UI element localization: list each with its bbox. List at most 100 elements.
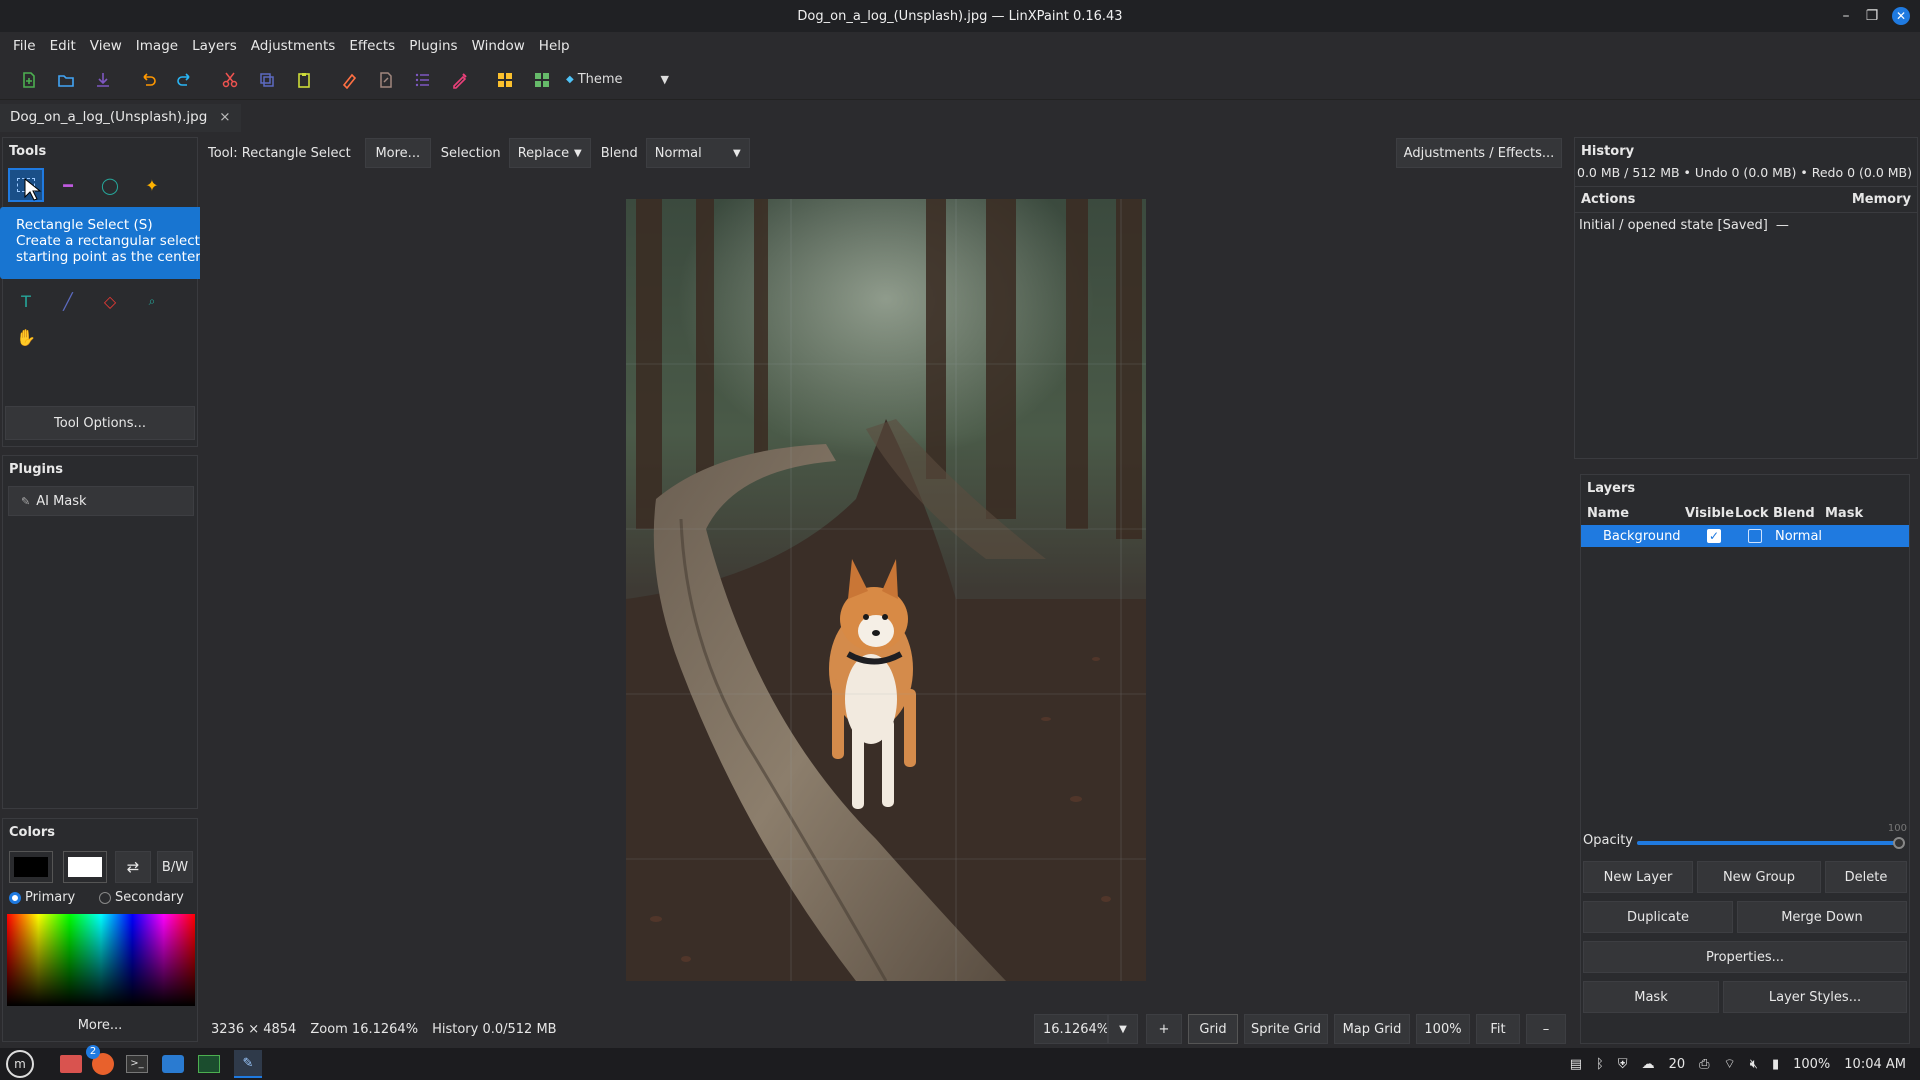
start-menu-icon[interactable]: m [6,1050,34,1078]
tool-options-button[interactable]: Tool Options... [5,406,195,440]
restore-icon[interactable]: ❐ [1862,6,1882,26]
lasso-select-icon[interactable]: ━ [50,168,86,202]
menu-file[interactable]: File [6,38,43,54]
layer-row[interactable]: Background ✓ Normal [1581,525,1909,547]
new-group-button[interactable]: New Group [1697,861,1821,893]
chevron-down-icon[interactable]: ▼ [661,73,669,86]
layer-lock-checkbox[interactable] [1735,529,1775,543]
sprite-grid-button[interactable]: Sprite Grid [1244,1014,1328,1044]
new-layer-button[interactable]: New Layer [1583,861,1693,893]
text-icon[interactable]: T [8,284,44,318]
close-icon[interactable]: ✕ [1892,7,1910,25]
ellipse-select-icon[interactable]: ◯ [92,168,128,202]
file-manager-icon[interactable] [60,1055,82,1073]
merge-down-button[interactable]: Merge Down [1737,901,1907,933]
opacity-slider[interactable] [1637,837,1905,849]
menu-layers[interactable]: Layers [185,38,244,54]
copy-icon[interactable] [248,65,285,95]
magic-wand-icon[interactable]: ✦ [134,168,170,202]
redo-icon[interactable] [166,65,203,95]
canvas-image[interactable] [626,199,1146,981]
plugin-ai-mask[interactable]: ✎ AI Mask [8,486,194,516]
theme-button[interactable]: ◆ Theme ▼ [566,72,669,87]
battery-icon[interactable]: ▮ [1772,1057,1779,1072]
colors-panel-title: Colors [9,825,56,840]
grid-toggle-button[interactable]: Grid [1188,1014,1238,1044]
primary-color-swatch[interactable] [9,851,53,883]
menu-bar: File Edit View Image Layers Adjustments … [0,32,1920,60]
menu-view[interactable]: View [83,38,129,54]
monitor-icon[interactable] [198,1055,220,1073]
selection-mode-dropdown[interactable]: Replace ▼ [508,138,591,168]
line-icon[interactable]: ╱ [50,284,86,318]
delete-layer-button[interactable]: Delete [1825,861,1907,893]
zoom-in-button[interactable]: + [1146,1014,1182,1044]
layer-styles-button[interactable]: Layer Styles... [1723,981,1907,1013]
primary-radio[interactable]: Primary [9,890,75,905]
camera-icon[interactable] [162,1055,184,1073]
export-icon[interactable] [367,65,404,95]
adjustments-effects-button[interactable]: Adjustments / Effects... [1396,138,1562,168]
layers-effect-icon[interactable] [330,65,367,95]
wifi-icon[interactable]: ⌔ [1724,1056,1736,1072]
zoom-dropdown-chevron-icon[interactable]: ▼ [1108,1014,1138,1044]
layer-visible-checkbox[interactable]: ✓ [1693,529,1735,543]
secondary-radio[interactable]: Secondary [99,890,184,905]
document-tab[interactable]: Dog_on_a_log_(Unsplash).jpg × [0,104,241,132]
linxpaint-taskbar-icon[interactable]: ✎ [234,1050,262,1078]
menu-plugins[interactable]: Plugins [402,38,464,54]
map-grid-button[interactable]: Map Grid [1334,1014,1410,1044]
save-icon[interactable] [84,65,121,95]
menu-image[interactable]: Image [129,38,185,54]
grid-view-icon[interactable] [486,65,523,95]
pan-hand-icon[interactable]: ✋ [8,320,44,354]
layer-properties-button[interactable]: Properties... [1583,941,1907,973]
layer-mask-button[interactable]: Mask [1583,981,1719,1013]
chevron-down-icon: ▼ [573,147,582,159]
status-bar: 3236 × 4854 Zoom 16.1264% History 0.0/51… [200,1014,1570,1044]
more-options-button[interactable]: More... [364,138,431,168]
new-file-icon[interactable] [10,65,47,95]
eraser-icon[interactable]: ◇ [92,284,128,318]
menu-effects[interactable]: Effects [342,38,402,54]
history-row[interactable]: Initial / opened state [Saved] — [1575,213,1917,238]
duplicate-layer-button[interactable]: Duplicate [1583,901,1733,933]
menu-edit[interactable]: Edit [43,38,83,54]
menu-window[interactable]: Window [465,38,532,54]
bluetooth-icon[interactable]: ᛒ [1596,1057,1604,1072]
history-header: Actions Memory [1575,186,1917,213]
clock[interactable]: 10:04 AM [1844,1057,1906,1072]
undo-icon[interactable] [129,65,166,95]
battery-level: 100% [1793,1056,1831,1072]
fit-button[interactable]: Fit [1476,1014,1520,1044]
opacity-value: 100 [1887,823,1907,834]
shield-icon[interactable]: ⛨ [1618,1057,1628,1072]
weather-icon[interactable]: ☁ [1642,1057,1655,1072]
swap-colors-button[interactable]: ⇄ [115,851,151,883]
black-white-button[interactable]: B/W [157,851,193,883]
cut-icon[interactable] [211,65,248,95]
list-icon[interactable] [404,65,441,95]
secondary-color-swatch[interactable] [63,851,107,883]
tile-view-icon[interactable] [523,65,560,95]
more-colors-button[interactable]: More... [5,1011,195,1039]
color-spectrum-picker[interactable] [7,914,195,1006]
paste-icon[interactable] [285,65,322,95]
zoom-input[interactable]: 16.1264% [1034,1014,1108,1044]
terminal-icon[interactable]: >_ [126,1055,148,1073]
volume-muted-icon[interactable]: 🔇︎ [1750,1057,1758,1072]
open-folder-icon[interactable] [47,65,84,95]
opacity-slider-handle[interactable] [1893,837,1905,849]
color-picker-icon[interactable] [441,65,478,95]
browser-icon[interactable]: 2 [86,1045,114,1075]
close-tab-icon[interactable]: × [219,109,230,125]
menu-adjustments[interactable]: Adjustments [244,38,343,54]
zoom-100-button[interactable]: 100% [1416,1014,1470,1044]
menu-help[interactable]: Help [532,38,577,54]
minimize-icon[interactable]: – [1836,6,1856,26]
printer-icon[interactable]: ⎙ [1699,1057,1709,1072]
blend-mode-dropdown[interactable]: Normal ▼ [645,138,750,168]
zoom-out-button[interactable]: – [1526,1014,1566,1044]
eyedropper-icon[interactable]: ⌕ [134,284,170,318]
notes-icon[interactable]: ▤ [1570,1057,1582,1072]
